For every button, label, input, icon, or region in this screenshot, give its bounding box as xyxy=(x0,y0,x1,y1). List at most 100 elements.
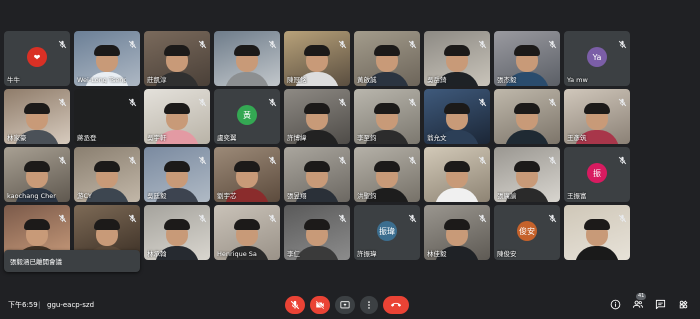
participant-name: 陳俊安 xyxy=(497,250,517,258)
participant-name: 游CY xyxy=(77,192,92,200)
participant-tile[interactable]: 振王振富 xyxy=(564,147,630,202)
participant-video xyxy=(24,218,50,246)
participant-video xyxy=(164,218,190,246)
participant-tile[interactable]: 陳冠銘 xyxy=(284,31,350,86)
participant-video xyxy=(444,44,470,72)
activities-button[interactable] xyxy=(677,298,690,311)
participant-tile[interactable]: 翁允文 xyxy=(424,89,490,144)
chat-icon xyxy=(655,299,666,310)
present-button[interactable] xyxy=(335,296,355,314)
participant-tile[interactable]: 黃啟誠 xyxy=(354,31,420,86)
mic-off-icon xyxy=(338,92,347,107)
mic-off-icon xyxy=(478,34,487,49)
participant-name: Henrique Sa xyxy=(217,250,257,258)
participant-name: Wei-Long Tseng xyxy=(77,76,126,84)
participant-video xyxy=(164,44,190,72)
avatar: 黃 xyxy=(237,105,257,125)
info-icon xyxy=(610,299,621,310)
participant-tile[interactable]: 林家豪 xyxy=(4,89,70,144)
participant-tile[interactable]: ❤ 牛牛 xyxy=(4,31,70,86)
participant-video xyxy=(164,102,190,130)
mic-off-icon xyxy=(548,208,557,223)
participant-name: 蔣丞登 xyxy=(77,134,97,142)
participant-tile[interactable]: 許博緯 xyxy=(284,89,350,144)
participant-tile[interactable]: 莊凱淳 xyxy=(144,31,210,86)
participant-tile[interactable]: 游CY xyxy=(74,147,140,202)
participant-tile[interactable]: 黃盧奕翼 xyxy=(214,89,280,144)
participant-tile[interactable]: 李仁 xyxy=(284,205,350,260)
participant-tile[interactable]: kaochang Chen xyxy=(4,147,70,202)
mic-off-icon xyxy=(548,34,557,49)
people-icon xyxy=(632,300,643,308)
hang-up-button[interactable] xyxy=(383,296,409,314)
participant-name: Ya mw xyxy=(567,76,588,84)
leave-notification-text: 張毅涵已離開會議 xyxy=(10,258,62,266)
participant-tile[interactable] xyxy=(494,89,560,144)
participant-video xyxy=(584,102,610,130)
mic-off-icon xyxy=(338,34,347,49)
participant-video xyxy=(374,160,400,188)
participant-video xyxy=(374,102,400,130)
hang-up-icon xyxy=(390,302,401,307)
mic-off-icon xyxy=(268,34,277,49)
participant-tile[interactable]: Ya Ya mw xyxy=(564,31,630,86)
camera-toggle-button[interactable] xyxy=(310,296,330,314)
participant-tile[interactable] xyxy=(424,147,490,202)
participant-tile[interactable] xyxy=(564,205,630,260)
participant-name: 林佳毅 xyxy=(427,250,447,258)
participant-video xyxy=(225,72,269,86)
participant-tile[interactable]: 洪聖鈞 xyxy=(354,147,420,202)
mic-off-icon xyxy=(128,92,137,107)
participant-name: 陳冠銘 xyxy=(287,76,307,84)
participant-video xyxy=(584,218,610,246)
participant-name: 吳宇軒 xyxy=(147,134,167,142)
more-options-icon xyxy=(368,301,370,309)
mic-off-icon xyxy=(548,150,557,165)
meeting-code[interactable]: ggu-eacp-szd xyxy=(47,301,94,309)
participant-tile[interactable]: 俊安 陳俊安 xyxy=(494,205,560,260)
participant-video xyxy=(435,188,479,202)
meeting-details-button[interactable] xyxy=(609,298,622,311)
participant-tile[interactable]: 蔣丞登 xyxy=(74,89,140,144)
mic-off-icon xyxy=(58,208,67,223)
participant-tile[interactable]: Wei-Long Tseng xyxy=(74,31,140,86)
mic-toggle-button[interactable] xyxy=(285,296,305,314)
participant-name: 林家豪 xyxy=(7,134,27,142)
participant-tile[interactable]: 張昱翔 xyxy=(284,147,350,202)
separator: | xyxy=(38,300,41,309)
participant-name: 劉宇芯 xyxy=(217,192,237,200)
participant-video xyxy=(575,246,619,260)
participant-tile[interactable]: Henrique Sa xyxy=(214,205,280,260)
participant-tile[interactable]: 吳岳錡 xyxy=(424,31,490,86)
mic-off-icon xyxy=(478,208,487,223)
participant-tile[interactable]: 張廣諭 xyxy=(494,147,560,202)
participant-video xyxy=(94,44,120,72)
participant-tile[interactable]: 振瑋 許振瑋 xyxy=(354,205,420,260)
mic-off-icon xyxy=(478,92,487,107)
chat-button[interactable] xyxy=(654,298,667,311)
participant-tile[interactable]: 吳廷毅 xyxy=(144,147,210,202)
participant-name: kaochang Chen xyxy=(7,192,56,200)
participant-video xyxy=(304,218,330,246)
participant-tile[interactable] xyxy=(214,31,280,86)
participant-tile[interactable]: 林佳毅 xyxy=(424,205,490,260)
participant-tile[interactable]: 李至鈞 xyxy=(354,89,420,144)
participant-tile[interactable]: 劉宇芯 xyxy=(214,147,280,202)
avatar: 振 xyxy=(587,163,607,183)
participant-video xyxy=(514,44,540,72)
participant-video xyxy=(444,102,470,130)
participant-video xyxy=(444,160,470,188)
mic-off-icon xyxy=(268,208,277,223)
participant-tile[interactable]: 張杰毅 xyxy=(494,31,560,86)
participant-tile[interactable]: 王彥筑 xyxy=(564,89,630,144)
participant-tile[interactable]: 吳宇軒 xyxy=(144,89,210,144)
participant-tile[interactable]: 林承翰 xyxy=(144,205,210,260)
participant-video xyxy=(514,102,540,130)
bottom-bar: 下午6:59 | ggu-eacp-szd xyxy=(0,290,700,319)
video-off-icon xyxy=(315,300,325,310)
more-options-button[interactable] xyxy=(360,296,378,314)
participant-video xyxy=(304,44,330,72)
mic-off-icon xyxy=(408,208,417,223)
mic-off-icon xyxy=(548,92,557,107)
mic-off-icon xyxy=(58,92,67,107)
